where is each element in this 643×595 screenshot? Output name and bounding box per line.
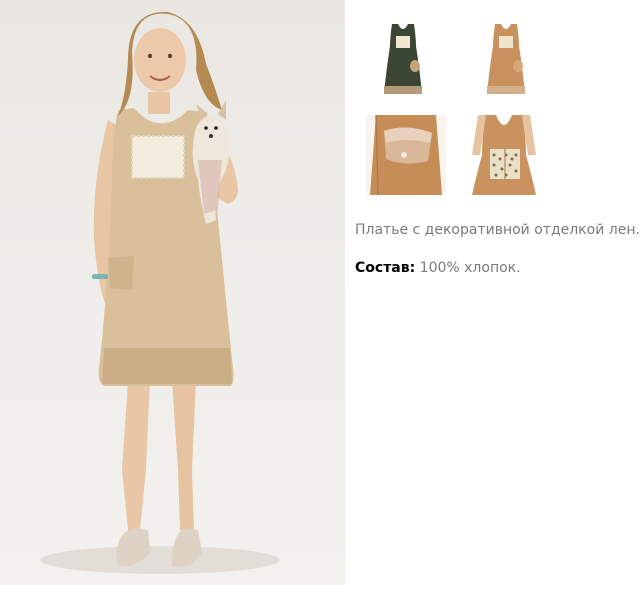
lace-bodice-detail-thumbnail[interactable] [464,115,544,195]
product-composition: Состав: 100% хлопок. [355,260,521,276]
dress-tan-thumbnail[interactable] [485,20,527,100]
dress-dark-green-thumbnail[interactable] [382,20,424,100]
main-product-photo [0,0,345,585]
product-description: Платье с декоративной отделкой лен. [355,222,640,238]
composition-value: 100% хлопок. [415,260,521,276]
pocket-detail-thumbnail[interactable] [366,115,446,195]
composition-label: Состав: [355,260,416,276]
